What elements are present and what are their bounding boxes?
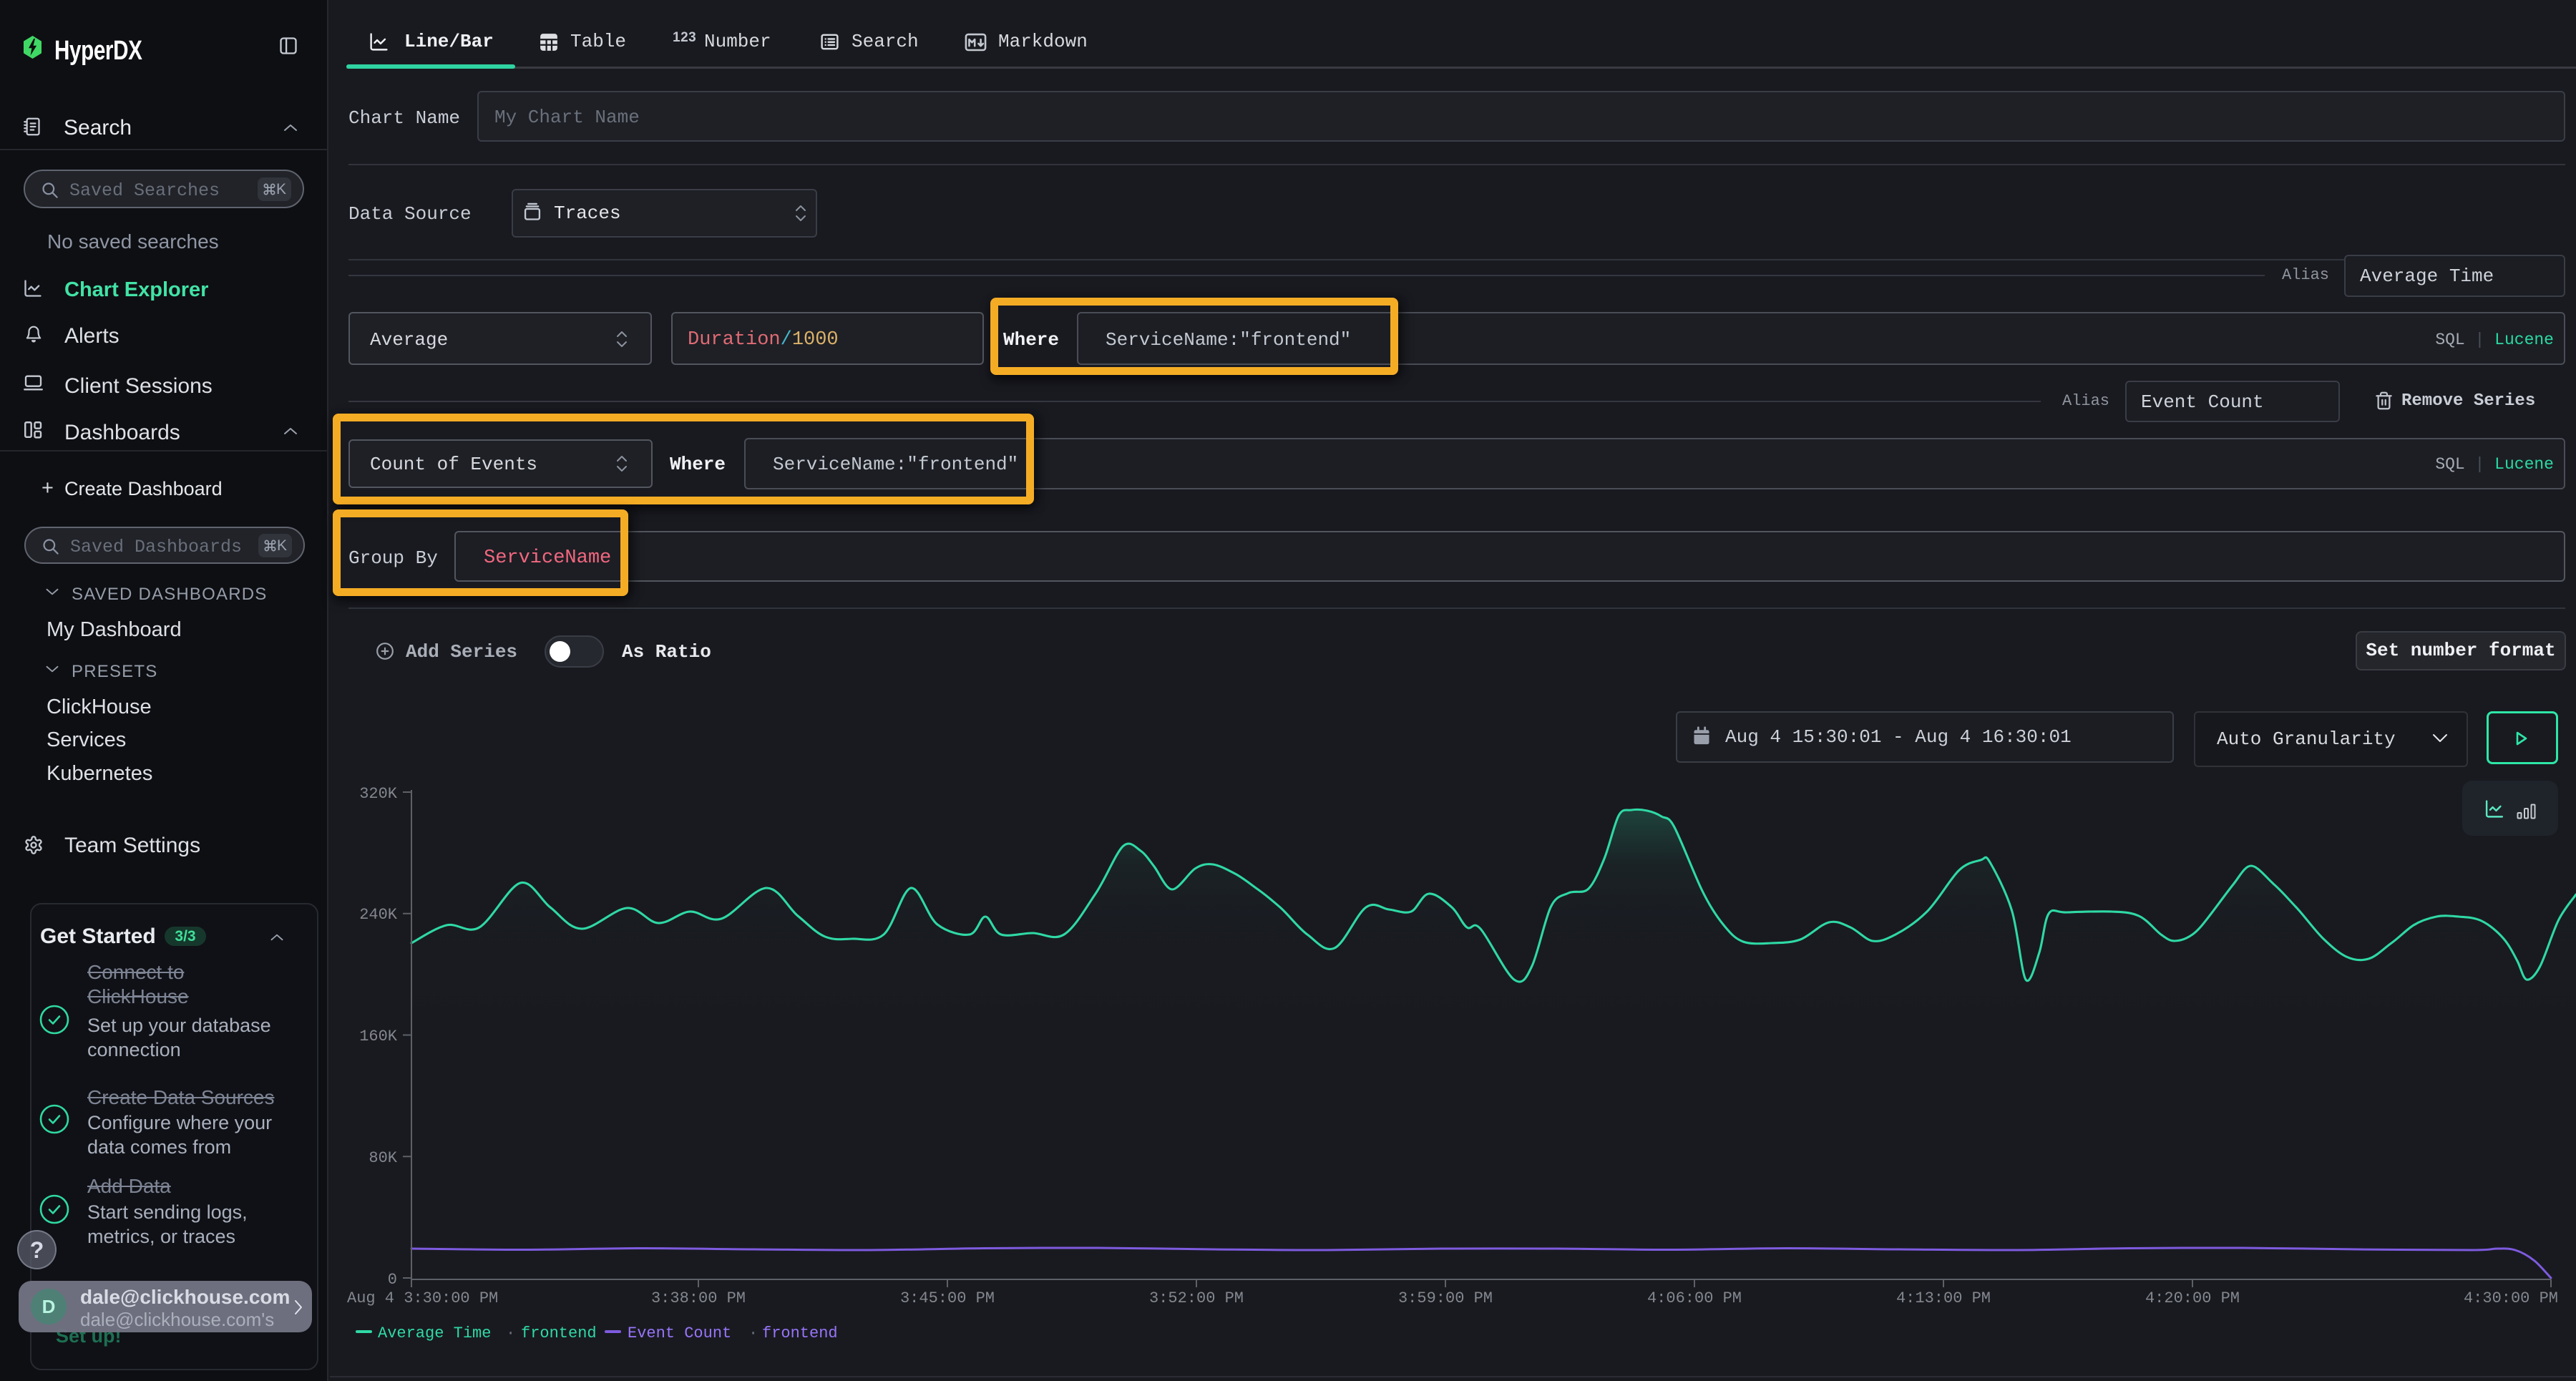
svg-text:frontend: frontend bbox=[521, 1324, 597, 1342]
svg-text:4:13:00 PM: 4:13:00 PM bbox=[1896, 1289, 1991, 1307]
svg-text:240K: 240K bbox=[359, 906, 398, 924]
svg-text:3:52:00 PM: 3:52:00 PM bbox=[1149, 1289, 1244, 1307]
svg-text:80K: 80K bbox=[369, 1149, 397, 1167]
svg-text:·: · bbox=[506, 1324, 515, 1342]
svg-text:0: 0 bbox=[388, 1271, 397, 1289]
svg-text:3:59:00 PM: 3:59:00 PM bbox=[1398, 1289, 1493, 1307]
svg-text:3:38:00 PM: 3:38:00 PM bbox=[651, 1289, 746, 1307]
svg-text:Event Count: Event Count bbox=[628, 1324, 731, 1342]
svg-text:3:45:00 PM: 3:45:00 PM bbox=[900, 1289, 995, 1307]
svg-text:Aug 4 3:30:00 PM: Aug 4 3:30:00 PM bbox=[347, 1289, 498, 1307]
svg-text:·: · bbox=[748, 1324, 758, 1342]
svg-text:160K: 160K bbox=[359, 1028, 398, 1045]
svg-text:4:06:00 PM: 4:06:00 PM bbox=[1647, 1289, 1742, 1307]
svg-text:Average Time: Average Time bbox=[378, 1324, 491, 1342]
svg-text:4:30:00 PM: 4:30:00 PM bbox=[2464, 1289, 2558, 1307]
svg-text:frontend: frontend bbox=[762, 1324, 838, 1342]
svg-text:4:20:00 PM: 4:20:00 PM bbox=[2145, 1289, 2240, 1307]
svg-text:320K: 320K bbox=[359, 785, 398, 803]
